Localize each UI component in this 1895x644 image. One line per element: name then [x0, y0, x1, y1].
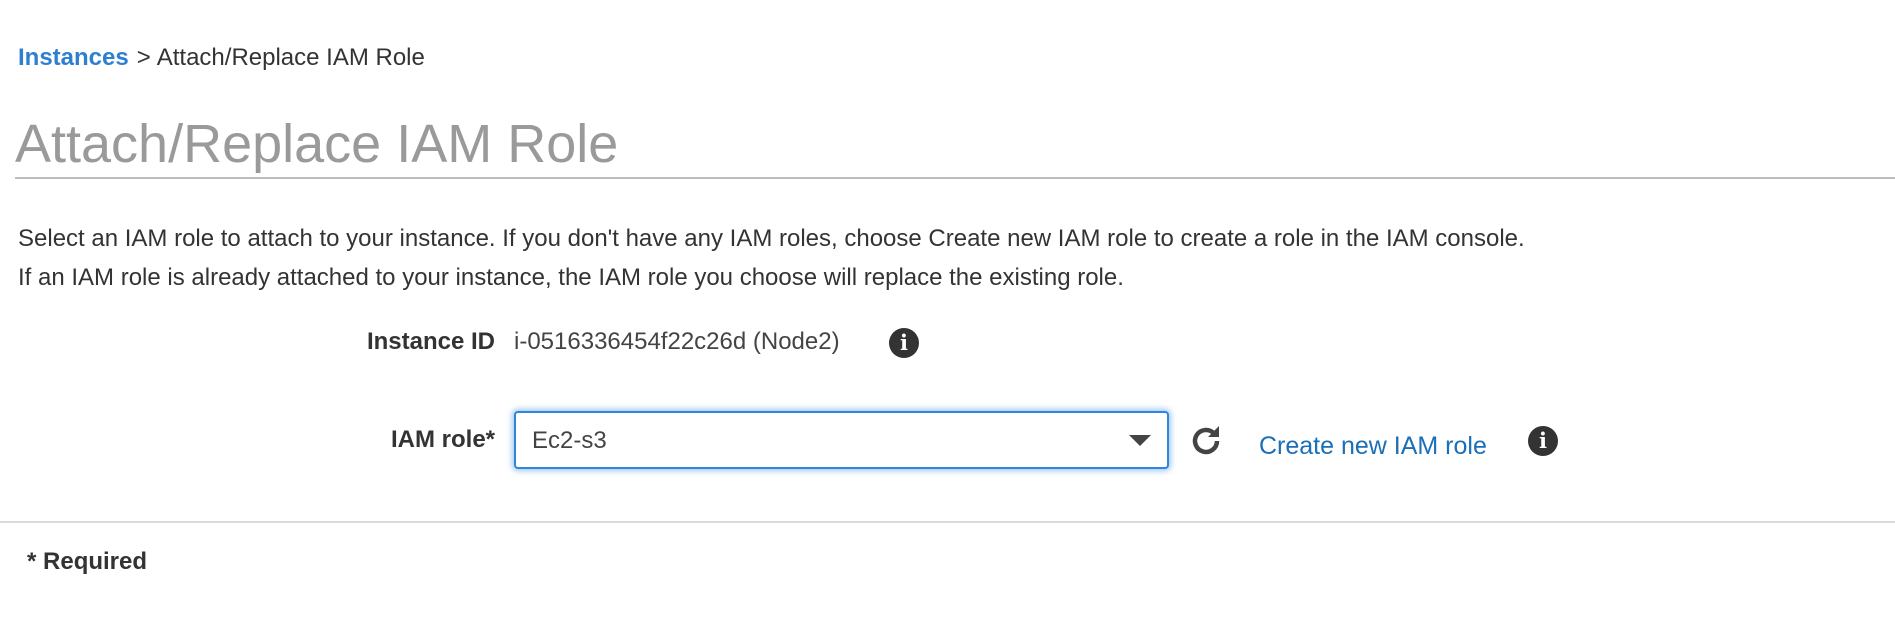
description-line-2: If an IAM role is already attached to yo… [18, 264, 1124, 291]
title-divider [15, 177, 1895, 179]
chevron-down-icon [1129, 435, 1151, 446]
refresh-icon[interactable] [1188, 423, 1224, 459]
iam-role-label: IAM role* [390, 426, 495, 453]
page-description: Select an IAM role to attach to your ins… [18, 219, 1525, 297]
instance-id-label: Instance ID [366, 328, 495, 355]
attach-iam-role-page: Instances > Attach/Replace IAM Role Attach… [0, 0, 1895, 644]
breadcrumb: Instances > Attach/Replace IAM Role [18, 44, 425, 72]
page-title: Attach/Replace IAM Role [15, 114, 619, 174]
instance-id-value: i-0516336454f22c26d (Node2) [514, 328, 840, 355]
required-note: * Required [27, 548, 148, 575]
breadcrumb-separator: > [136, 44, 151, 71]
footer-divider [0, 521, 1895, 523]
instance-id-info-icon[interactable]: i [889, 328, 919, 358]
breadcrumb-instances-link[interactable]: Instances [18, 44, 129, 71]
description-line-1: Select an IAM role to attach to your ins… [18, 225, 1525, 252]
iam-role-selected-value: Ec2-s3 [532, 427, 607, 454]
iam-role-select[interactable]: Ec2-s3 [514, 411, 1169, 469]
breadcrumb-current: Attach/Replace IAM Role [156, 44, 425, 71]
create-new-iam-role-link[interactable]: Create new IAM role [1259, 432, 1487, 461]
iam-role-info-icon[interactable]: i [1528, 426, 1558, 456]
